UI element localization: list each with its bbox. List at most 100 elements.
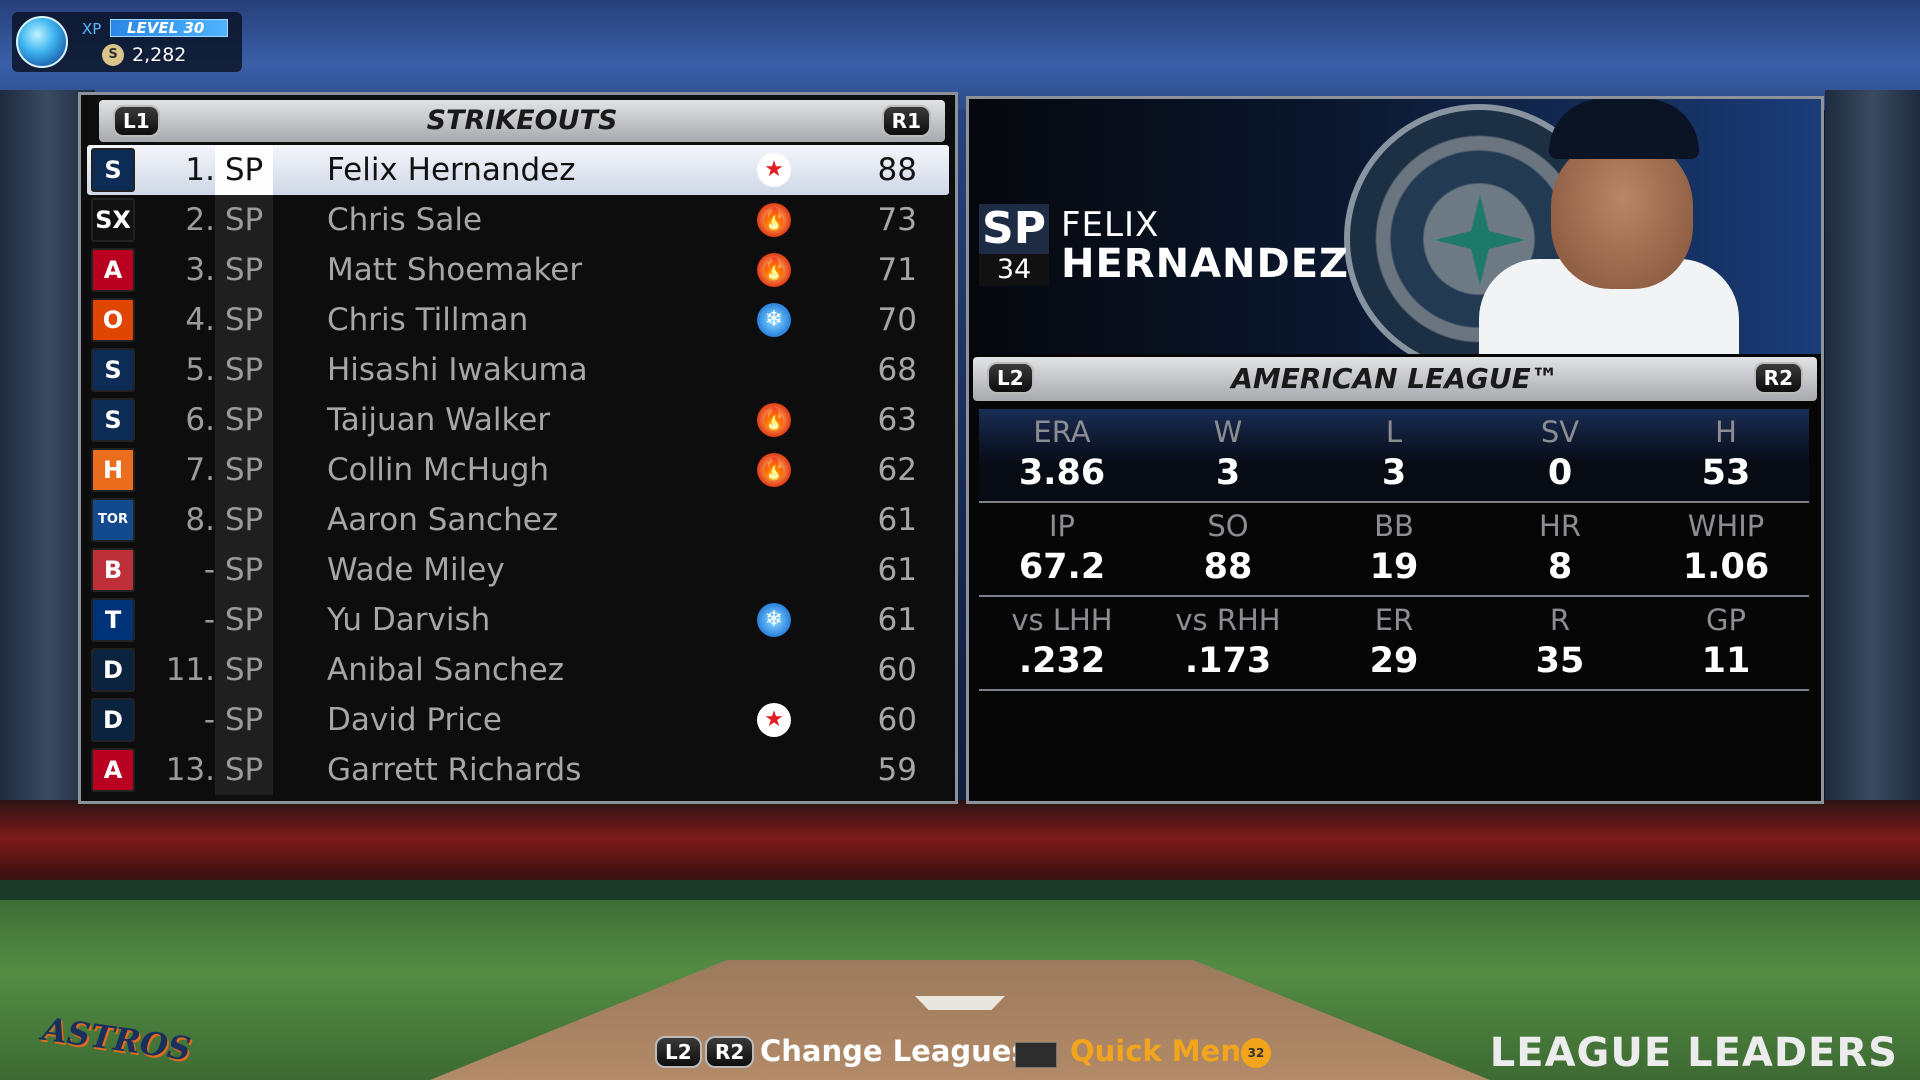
stat-cell: vs LHH .232 [979, 597, 1145, 683]
player-last-name: HERNANDEZ [1061, 241, 1350, 287]
stat-value: 88 [1203, 547, 1253, 587]
row-position: SP [224, 602, 264, 638]
row-player-name: Chris Tillman [327, 302, 529, 338]
leaderboard-row[interactable]: D 11. SP Anibal Sanchez 60 [87, 645, 949, 695]
team-logo-icon: D [91, 698, 135, 742]
row-position: SP [224, 652, 264, 688]
team-logo-icon: D [91, 648, 135, 692]
row-player-name: Wade Miley [327, 552, 505, 588]
row-position: SP [224, 302, 264, 338]
row-rank: - [203, 552, 215, 588]
quick-menu-button[interactable]: Quick Menu [1070, 1034, 1262, 1068]
stat-row: IP 67.2 SO 88 BB 19 HR 8 WHIP 1.06 [979, 503, 1809, 597]
stat-cell: WHIP 1.06 [1643, 503, 1809, 589]
leaderboard-row[interactable]: A 3. SP Matt Shoemaker 🔥 71 [87, 245, 949, 295]
team-logo-icon: S [91, 398, 135, 442]
leaderboard-row[interactable]: D - SP David Price ★ 60 [87, 695, 949, 745]
player-stats-grid: ERA 3.86 W 3L 3 SV 0H 53 IP 67.2 SO 88 BB [979, 409, 1809, 691]
stat-cell: SV 0 [1477, 409, 1643, 495]
stat-value: .232 [1018, 641, 1106, 681]
leaderboard-row[interactable]: B - SP Wade Miley 61 [87, 545, 949, 595]
leaderboard-row[interactable]: S 1. SP Felix Hernandez ★ 88 [87, 145, 949, 195]
level-bar: LEVEL 30 [110, 19, 228, 37]
all-star-icon: ★ [757, 153, 791, 187]
row-strikeouts: 68 [877, 352, 917, 388]
l1-prev-category-button[interactable]: L1 [113, 105, 160, 137]
stat-value: 11 [1701, 641, 1751, 681]
stat-label: H [1715, 415, 1737, 449]
row-position: SP [224, 202, 264, 238]
leaderboard-row[interactable]: S 6. SP Taijuan Walker 🔥 63 [87, 395, 949, 445]
stat-cell: IP 67.2 [979, 503, 1145, 589]
xp-badge: XP LEVEL 30 S 2,282 [12, 12, 242, 72]
stat-cell: ERA 3.86 [979, 409, 1145, 495]
leaderboard-row[interactable]: A 13. SP Garrett Richards 59 [87, 745, 949, 795]
league-title: AMERICAN LEAGUE™ [1231, 362, 1559, 395]
row-strikeouts: 63 [877, 402, 917, 438]
row-strikeouts: 60 [877, 652, 917, 688]
row-player-name: Felix Hernandez [327, 152, 576, 188]
r2-next-league-button[interactable]: R2 [1753, 362, 1803, 394]
stat-value: 8 [1547, 547, 1573, 587]
coin-balance: 2,282 [132, 44, 187, 66]
row-rank: 1. [185, 152, 215, 188]
stat-value: 35 [1535, 641, 1585, 681]
stat-value: 29 [1369, 641, 1419, 681]
r2-button-hint[interactable]: R2 [705, 1036, 755, 1068]
league-header: AMERICAN LEAGUE™ L2 R2 [973, 357, 1817, 401]
row-player-name: Anibal Sanchez [327, 652, 564, 688]
team-logo-icon: A [91, 748, 135, 792]
leaderboard-row[interactable]: TOR 8. SP Aaron Sanchez 61 [87, 495, 949, 545]
stat-label: ERA [1033, 415, 1091, 449]
cold-streak-icon: ❄ [757, 603, 791, 637]
l2-button-hint[interactable]: L2 [655, 1036, 702, 1068]
stat-value: 3 [1215, 453, 1241, 493]
footer-bar: L2 R2 Change Leagues Quick Menu 32 LEAGU… [0, 1030, 1920, 1080]
row-strikeouts: 61 [877, 602, 917, 638]
row-rank: 8. [185, 502, 215, 538]
leaderboard-row[interactable]: O 4. SP Chris Tillman ❄ 70 [87, 295, 949, 345]
stat-label: vs LHH [1011, 603, 1113, 637]
leaderboard-row[interactable]: S 5. SP Hisashi Iwakuma 68 [87, 345, 949, 395]
stat-label: HR [1539, 509, 1581, 543]
row-player-name: Matt Shoemaker [327, 252, 583, 288]
row-position: SP [224, 252, 264, 288]
stat-label: GP [1706, 603, 1746, 637]
hot-streak-icon: 🔥 [757, 453, 791, 487]
team-logo-icon: H [91, 448, 135, 492]
row-strikeouts: 88 [877, 152, 917, 188]
stat-cell: BB 19 [1311, 503, 1477, 589]
stat-value: 19 [1369, 547, 1419, 587]
row-position: SP [224, 752, 264, 788]
stat-value: 67.2 [1018, 547, 1106, 587]
row-position: SP [224, 702, 264, 738]
coin-icon: S [102, 44, 124, 66]
stat-label: L [1385, 415, 1403, 449]
stat-row: ERA 3.86 W 3L 3 SV 0H 53 [979, 409, 1809, 503]
leaderboard-row[interactable]: H 7. SP Collin McHugh 🔥 62 [87, 445, 949, 495]
row-strikeouts: 61 [877, 552, 917, 588]
row-player-name: David Price [327, 702, 502, 738]
stat-value: 1.06 [1682, 547, 1770, 587]
row-rank: 6. [185, 402, 215, 438]
player-number: 34 [979, 254, 1049, 286]
row-position: SP [224, 552, 264, 588]
stat-label: SV [1540, 415, 1580, 449]
player-position: SP [979, 204, 1049, 254]
l2-prev-league-button[interactable]: L2 [987, 362, 1034, 394]
row-player-name: Collin McHugh [327, 452, 550, 488]
row-strikeouts: 61 [877, 502, 917, 538]
row-rank: 4. [185, 302, 215, 338]
row-rank: 5. [185, 352, 215, 388]
row-strikeouts: 60 [877, 702, 917, 738]
all-star-icon: ★ [757, 703, 791, 737]
team-logo-icon: O [91, 298, 135, 342]
change-leagues-hint[interactable]: Change Leagues [760, 1034, 1029, 1068]
leaderboard-row[interactable]: T - SP Yu Darvish ❄ 61 [87, 595, 949, 645]
row-position: SP [224, 452, 264, 488]
row-player-name: Yu Darvish [327, 602, 491, 638]
r1-next-category-button[interactable]: R1 [881, 105, 931, 137]
leaderboard-row[interactable]: SX 2. SP Chris Sale 🔥 73 [87, 195, 949, 245]
xp-label: XP [82, 20, 102, 38]
row-player-name: Chris Sale [327, 202, 483, 238]
